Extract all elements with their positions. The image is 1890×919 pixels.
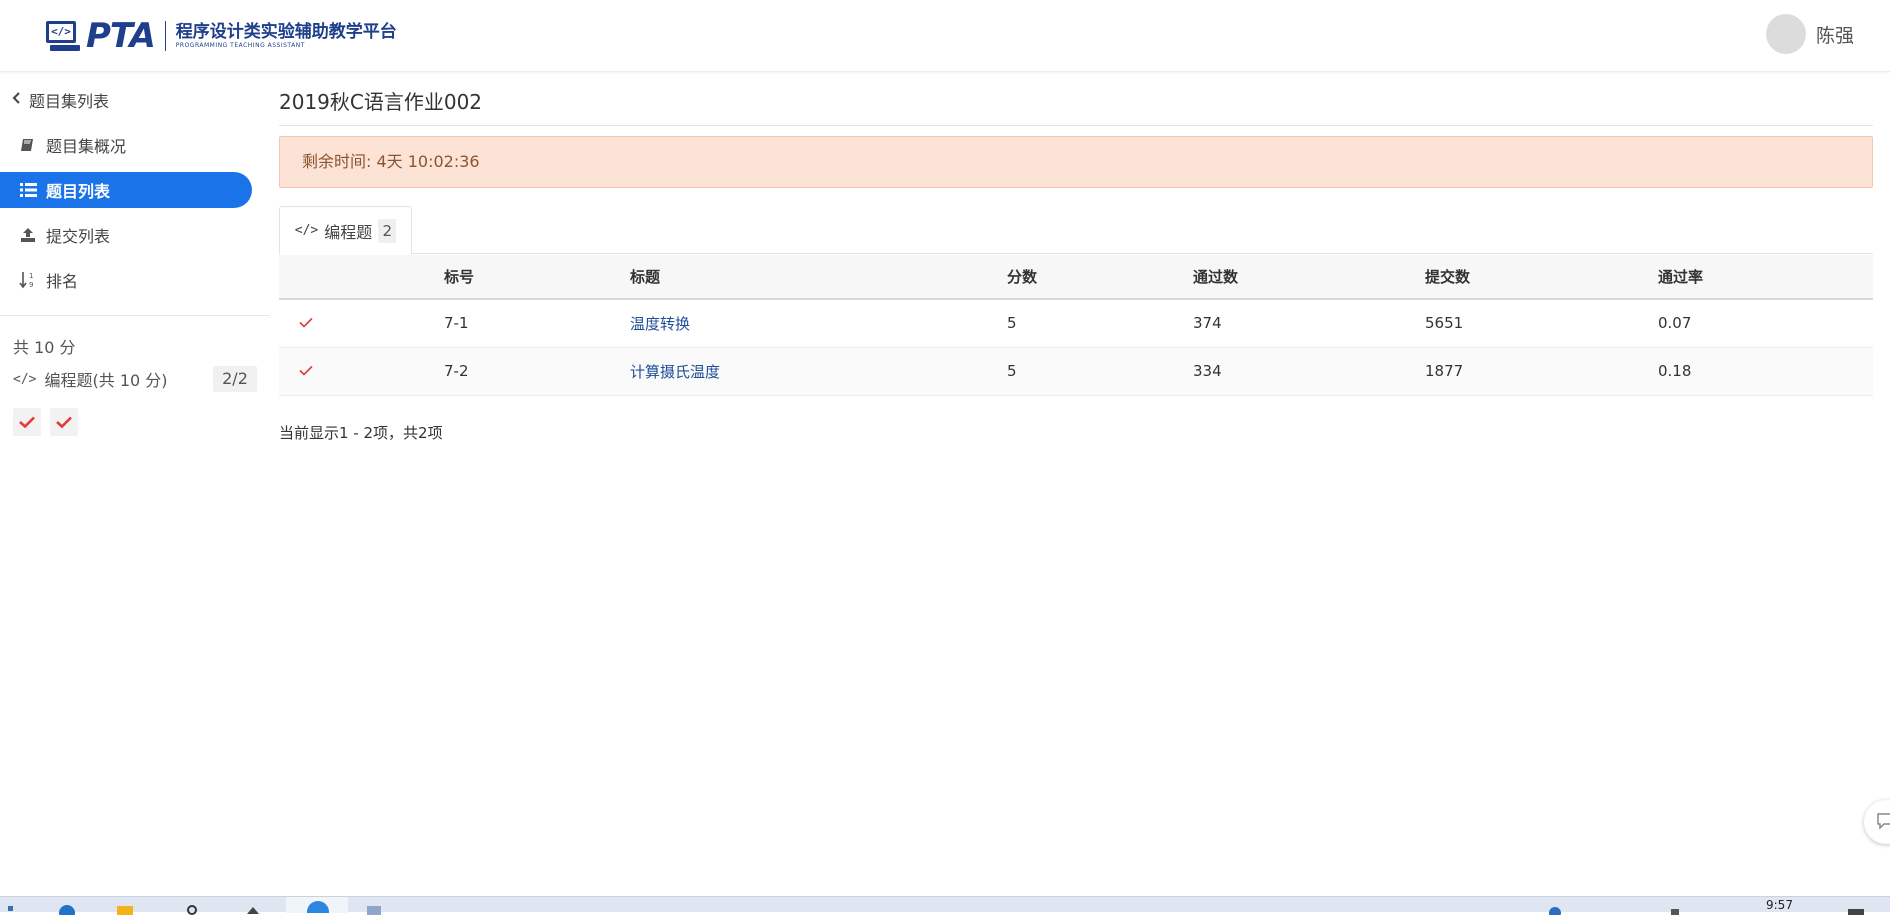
- total-score: 共 10 分: [13, 338, 76, 357]
- user-menu[interactable]: 陈强: [1765, 14, 1854, 54]
- problem-status-boxes: [13, 408, 87, 436]
- check-icon: [299, 318, 313, 328]
- row-title: 温度转换: [630, 299, 1007, 348]
- notification-icon[interactable]: [1846, 900, 1866, 915]
- key-icon[interactable]: [184, 900, 200, 915]
- problem-table: 标号 标题 分数 通过数 提交数 通过率 7-1 温度转换 5 374 5651…: [279, 255, 1873, 396]
- row-submitted: 1877: [1425, 347, 1658, 396]
- app-icon[interactable]: [245, 900, 261, 914]
- back-label: 题目集列表: [29, 92, 110, 111]
- table-row[interactable]: 7-2 计算摄氏温度 5 334 1877 0.18: [279, 347, 1873, 396]
- user-name[interactable]: 陈强: [1816, 21, 1854, 48]
- tab-label: 编程题: [324, 222, 373, 242]
- problem-title-link[interactable]: 温度转换: [630, 315, 690, 333]
- upload-icon: [18, 227, 38, 243]
- top-header: </> PTA 程序设计类实验辅助教学平台 PROGRAMMING TEACHI…: [0, 0, 1890, 72]
- taskbar-clock[interactable]: 9:57: [1766, 898, 1793, 912]
- sidebar-item-label: 题目集概况: [46, 137, 127, 156]
- row-id: 7-2: [444, 347, 630, 396]
- row-passed: 334: [1193, 347, 1425, 396]
- logo-title: 程序设计类实验辅助教学平台: [175, 22, 397, 42]
- row-score: 5: [1007, 299, 1193, 348]
- list-icon: [18, 183, 38, 197]
- problem-type-tabs: </> 编程题 2: [279, 206, 1873, 255]
- monitor-code-icon: </>: [46, 21, 80, 51]
- pta-logo[interactable]: </> PTA 程序设计类实验辅助教学平台 PROGRAMMING TEACHI…: [46, 16, 397, 56]
- col-passed: 通过数: [1193, 255, 1425, 300]
- check-icon: [56, 416, 72, 428]
- sidebar-item-label: 排名: [46, 272, 79, 291]
- taskbar-active-app[interactable]: [286, 897, 348, 913]
- remaining-time-alert: 剩余时间: 4天 10:02:36: [279, 136, 1873, 188]
- tab-programming[interactable]: </> 编程题 2: [279, 206, 412, 255]
- code-icon: </>: [13, 371, 37, 387]
- title-divider: [279, 125, 1873, 126]
- row-pass-rate: 0.18: [1658, 347, 1873, 396]
- os-taskbar: 9:57: [0, 896, 1890, 919]
- category-label: 编程题(共 10 分): [44, 371, 168, 390]
- avatar[interactable]: [1765, 14, 1806, 54]
- col-submitted: 提交数: [1425, 255, 1658, 300]
- check-icon: [19, 416, 35, 428]
- document-app-icon[interactable]: [364, 900, 384, 915]
- col-pass-rate: 通过率: [1658, 255, 1873, 300]
- tray-network-icon[interactable]: [1668, 900, 1682, 915]
- code-icon: </>: [294, 223, 319, 238]
- row-status: [279, 347, 444, 396]
- col-status: [279, 255, 444, 300]
- chevron-left-icon: [12, 92, 21, 108]
- logo-subtitle: PROGRAMMING TEACHING ASSISTANT: [175, 42, 305, 49]
- sidebar-item-problem-list[interactable]: 题目列表: [0, 172, 252, 208]
- logo-name: PTA: [86, 16, 156, 56]
- row-id: 7-1: [444, 299, 630, 348]
- feedback-button[interactable]: [1864, 800, 1890, 844]
- col-score: 分数: [1007, 255, 1193, 300]
- sidebar-item-submissions[interactable]: 提交列表: [0, 217, 252, 253]
- row-score: 5: [1007, 347, 1193, 396]
- sidebar-item-label: 提交列表: [46, 227, 111, 246]
- row-status: [279, 299, 444, 348]
- svg-text:1: 1: [29, 272, 33, 280]
- file-explorer-icon[interactable]: [116, 900, 134, 915]
- row-pass-rate: 0.07: [1658, 299, 1873, 348]
- logo-divider: [164, 21, 166, 51]
- sidebar-divider: [0, 315, 270, 316]
- start-icon[interactable]: [8, 900, 20, 913]
- sidebar: 题目集列表 题目集概况 题目列表 提交列表 19 排名 共 10 分 </> 编…: [0, 72, 270, 896]
- problem-title-link[interactable]: 计算摄氏温度: [630, 363, 720, 381]
- chat-bubble-icon: [1877, 813, 1890, 830]
- problem-status-7-1[interactable]: [13, 408, 41, 436]
- col-title: 标题: [630, 255, 1007, 300]
- table-row[interactable]: 7-1 温度转换 5 374 5651 0.07: [279, 299, 1873, 348]
- sidebar-item-label: 题目列表: [46, 182, 111, 201]
- row-title: 计算摄氏温度: [630, 347, 1007, 396]
- tab-count-badge: 2: [378, 218, 397, 243]
- col-id: 标号: [444, 255, 630, 300]
- pagination-info: 当前显示1 - 2项，共2项: [279, 424, 443, 442]
- svg-text:9: 9: [29, 281, 33, 289]
- edge-browser-icon[interactable]: [58, 900, 76, 919]
- category-progress-badge: 2/2: [213, 366, 257, 392]
- row-submitted: 5651: [1425, 299, 1658, 348]
- table-header-row: 标号 标题 分数 通过数 提交数 通过率: [279, 255, 1873, 300]
- back-to-problem-sets-link[interactable]: 题目集列表: [12, 86, 109, 114]
- book-icon: [18, 137, 38, 153]
- sort-numeric-icon: 19: [18, 271, 38, 289]
- problem-status-7-2[interactable]: [50, 408, 78, 436]
- check-icon: [299, 365, 313, 376]
- row-passed: 374: [1193, 299, 1425, 348]
- sidebar-item-overview[interactable]: 题目集概况: [0, 127, 252, 163]
- tray-icon[interactable]: [1548, 900, 1562, 919]
- page-title: 2019秋C语言作业002: [279, 90, 483, 114]
- sidebar-item-ranking[interactable]: 19 排名: [0, 262, 252, 298]
- category-programming[interactable]: </> 编程题(共 10 分) 2/2: [13, 366, 257, 392]
- logo-text: 程序设计类实验辅助教学平台 PROGRAMMING TEACHING ASSIS…: [176, 22, 397, 50]
